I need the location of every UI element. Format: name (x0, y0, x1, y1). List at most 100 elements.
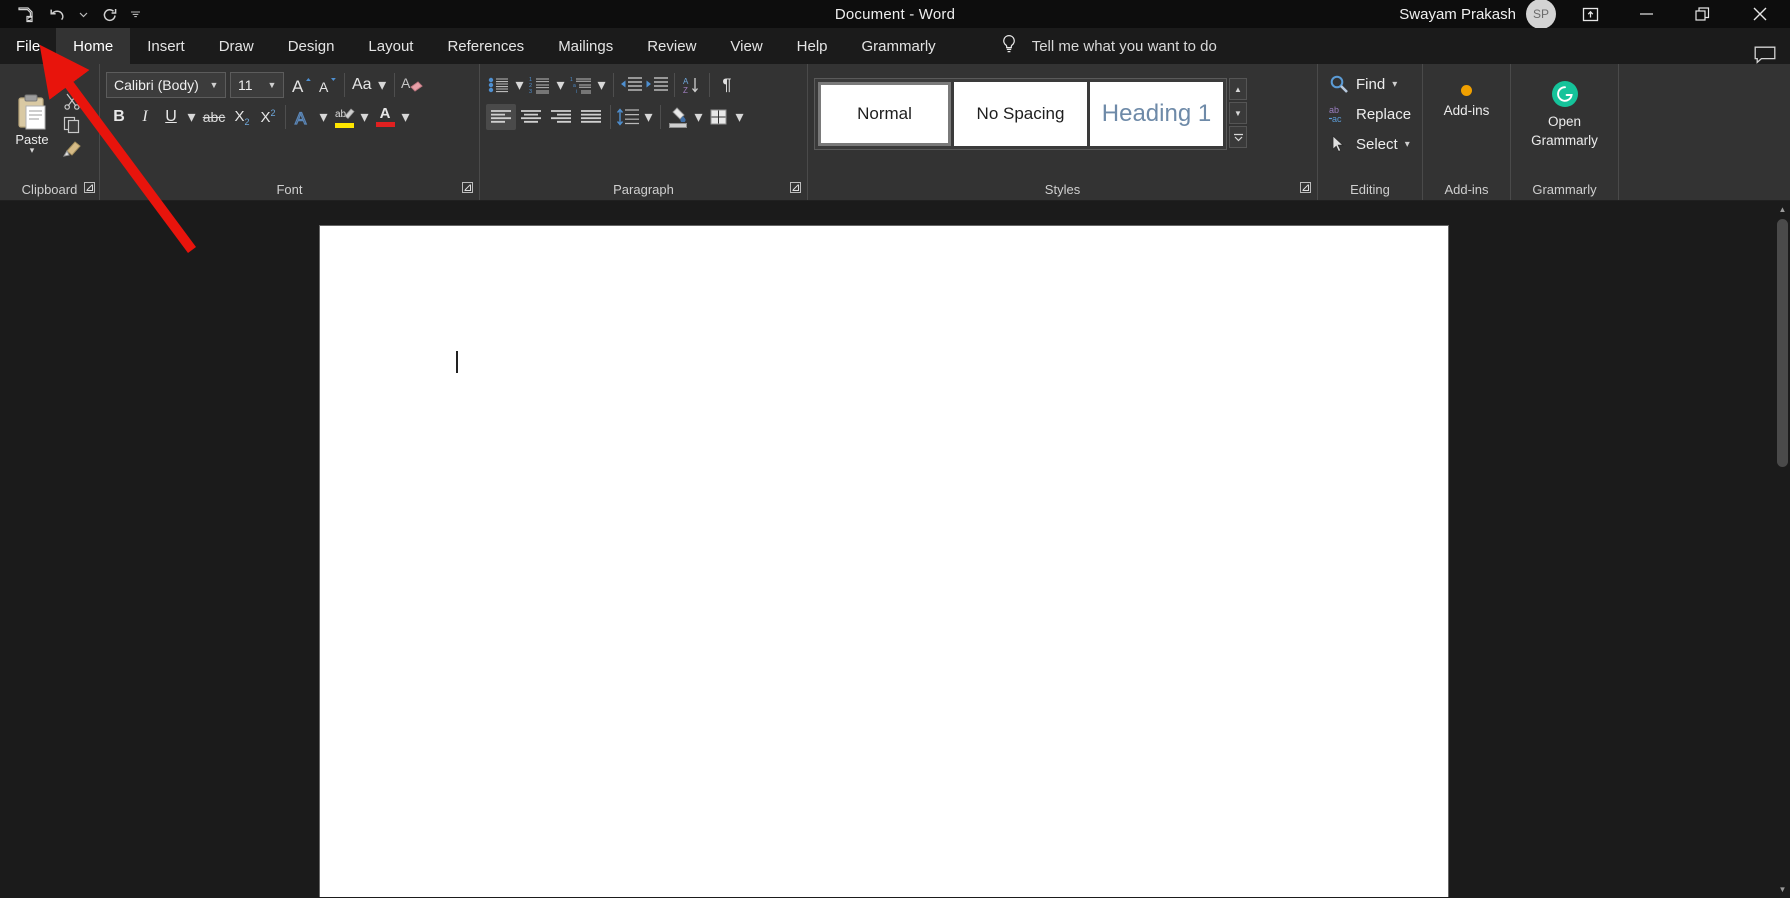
clipboard-dialog-launcher[interactable] (83, 181, 97, 195)
tab-design[interactable]: Design (271, 28, 352, 64)
copy-button[interactable] (62, 116, 82, 134)
styles-scroll-up-button[interactable]: ▲ (1229, 78, 1247, 100)
replace-button[interactable]: ab ac Replace (1324, 100, 1411, 128)
scrollbar-thumb[interactable] (1777, 219, 1788, 467)
customize-qat-icon[interactable] (126, 2, 144, 26)
scroll-up-arrow[interactable]: ▲ (1775, 201, 1790, 217)
font-color-dropdown-icon[interactable]: ▾ (398, 104, 413, 130)
italic-button[interactable]: I (132, 104, 158, 130)
font-color-button[interactable]: A (372, 104, 398, 130)
tab-insert[interactable]: Insert (130, 28, 202, 64)
save-icon[interactable] (10, 2, 40, 26)
numbering-dropdown-icon[interactable]: ▾ (553, 72, 568, 98)
tab-draw[interactable]: Draw (202, 28, 271, 64)
vertical-scrollbar[interactable]: ▲ ▼ (1775, 201, 1790, 897)
font-dialog-launcher[interactable] (461, 181, 475, 195)
justify-button[interactable] (576, 104, 606, 130)
document-page[interactable] (319, 225, 1449, 897)
bold-button[interactable]: B (106, 104, 132, 130)
style-tile-no-spacing[interactable]: No Spacing (954, 82, 1087, 146)
undo-icon[interactable] (42, 2, 72, 26)
borders-dropdown-icon[interactable]: ▾ (732, 104, 747, 130)
underline-button[interactable]: U (158, 104, 184, 130)
scroll-down-arrow[interactable]: ▼ (1775, 881, 1790, 897)
tab-home[interactable]: Home (56, 28, 131, 64)
borders-button[interactable] (706, 104, 732, 130)
bullets-dropdown-icon[interactable]: ▾ (512, 72, 527, 98)
font-size-dropdown-icon[interactable]: ▼ (263, 80, 281, 90)
open-grammarly-button[interactable]: Open Grammarly (1517, 74, 1612, 148)
format-painter-button[interactable] (62, 140, 82, 158)
svg-text:A: A (401, 75, 411, 91)
tell-me-search[interactable]: Tell me what you want to do (1000, 28, 1217, 64)
text-effects-dropdown-icon[interactable]: ▾ (316, 104, 331, 130)
align-center-button[interactable] (516, 104, 546, 130)
close-icon[interactable] (1730, 0, 1790, 28)
highlight-color-swatch (334, 123, 354, 128)
select-button[interactable]: Select ▾ (1324, 130, 1411, 158)
multilevel-list-button[interactable]: 1ai (568, 72, 594, 98)
document-area[interactable]: ▲ ▼ (0, 201, 1790, 897)
redo-icon[interactable] (94, 2, 124, 26)
paragraph-dialog-launcher[interactable] (789, 181, 803, 195)
multilevel-dropdown-icon[interactable]: ▾ (594, 72, 609, 98)
ribbon-filler (1619, 64, 1790, 200)
clear-formatting-button[interactable]: A (399, 72, 425, 98)
text-effects-button[interactable]: A (290, 104, 316, 130)
paragraph-row-top: ▾ 123 ▾ 1ai ▾ A Z ¶ (486, 72, 747, 98)
tab-file[interactable]: File (0, 28, 56, 64)
comments-icon[interactable] (1754, 46, 1790, 64)
select-dropdown-icon[interactable]: ▾ (1405, 139, 1410, 150)
numbering-button[interactable]: 123 (527, 72, 553, 98)
align-left-button[interactable] (486, 104, 516, 130)
increase-indent-button[interactable] (644, 72, 670, 98)
underline-dropdown-icon[interactable]: ▾ (184, 104, 199, 130)
tab-grammarly[interactable]: Grammarly (845, 28, 953, 64)
cut-button[interactable] (62, 92, 82, 110)
shading-dropdown-icon[interactable]: ▾ (691, 104, 706, 130)
shading-button[interactable] (665, 104, 691, 130)
tab-help[interactable]: Help (780, 28, 845, 64)
find-button[interactable]: Find ▾ (1324, 70, 1411, 98)
addins-button[interactable]: Add-ins (1429, 78, 1504, 118)
text-highlight-button[interactable]: ab (331, 104, 357, 130)
style-tile-heading-1[interactable]: Heading 1 (1090, 82, 1223, 146)
line-spacing-button[interactable] (615, 104, 641, 130)
restore-icon[interactable] (1674, 0, 1730, 28)
decrease-indent-button[interactable] (618, 72, 644, 98)
strikethrough-button[interactable]: abc (199, 104, 229, 130)
highlight-dropdown-icon[interactable]: ▾ (357, 104, 372, 130)
styles-dialog-launcher[interactable] (1299, 181, 1313, 195)
styles-more-button[interactable] (1229, 126, 1247, 148)
sort-button[interactable]: AZ (679, 72, 705, 98)
tab-references[interactable]: References (430, 28, 541, 64)
tab-review[interactable]: Review (630, 28, 713, 64)
subscript-button[interactable]: X2 (229, 104, 255, 130)
tab-view[interactable]: View (713, 28, 779, 64)
styles-gallery-nav: ▲ ▼ (1229, 78, 1247, 148)
avatar[interactable]: SP (1526, 0, 1556, 29)
paste-button[interactable]: Paste ▾ (6, 91, 58, 155)
bullets-button[interactable] (486, 72, 512, 98)
ribbon-display-options-icon[interactable] (1562, 0, 1618, 28)
font-family-combobox[interactable]: Calibri (Body) ▼ (106, 72, 226, 98)
find-dropdown-icon[interactable]: ▾ (1392, 79, 1397, 90)
undo-dropdown-icon[interactable] (74, 2, 92, 26)
formatting-marks-button[interactable]: ¶ (714, 72, 740, 98)
tab-layout[interactable]: Layout (351, 28, 430, 64)
paste-dropdown-icon[interactable]: ▾ (30, 146, 35, 155)
font-family-dropdown-icon[interactable]: ▼ (205, 80, 223, 90)
tab-mailings[interactable]: Mailings (541, 28, 630, 64)
account-area[interactable]: Swayam Prakash SP (1399, 0, 1562, 29)
align-right-button[interactable] (546, 104, 576, 130)
line-spacing-dropdown-icon[interactable]: ▾ (641, 104, 656, 130)
grow-font-button[interactable]: A (288, 72, 314, 98)
change-case-button[interactable]: Aa (349, 72, 375, 98)
change-case-dropdown-icon[interactable]: ▾ (375, 72, 390, 98)
minimize-icon[interactable] (1618, 0, 1674, 28)
styles-scroll-down-button[interactable]: ▼ (1229, 102, 1247, 124)
style-tile-normal[interactable]: Normal (818, 82, 951, 146)
shrink-font-button[interactable]: A (314, 72, 340, 98)
font-size-combobox[interactable]: 11 ▼ (230, 72, 284, 98)
superscript-button[interactable]: X2 (255, 104, 281, 130)
